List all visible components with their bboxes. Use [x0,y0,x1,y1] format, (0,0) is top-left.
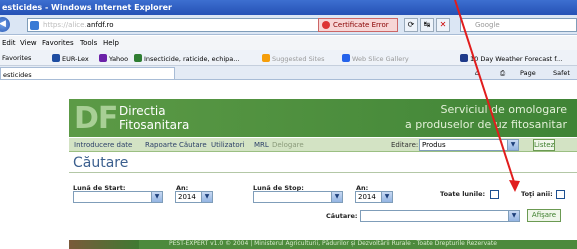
favorite-webslice-label: Web Slice Gallery [352,55,409,63]
chevron-down-icon: ▼ [507,140,518,150]
window-title: esticides - Windows Internet Explorer [2,3,172,12]
favorite-webslice[interactable]: Web Slice Gallery [342,54,409,63]
menu-tools[interactable]: Tools [80,39,97,47]
menu-view[interactable]: View [20,39,37,47]
chevron-down-icon: ▼ [508,211,519,221]
home-icon[interactable]: ⌂ [475,69,479,77]
url-domain: anfdf.ro [86,21,114,29]
nav-utilizatori[interactable]: Utilizatori [211,141,245,149]
address-bar-row: ◀ https://alice.anfdf.ro Certificate Err… [0,15,577,35]
menu-favorites[interactable]: Favorites [42,39,74,47]
site-header: DF Directia Fitosanitara Serviciul de om… [69,99,577,137]
cautare-label: Căutare: [326,212,358,220]
shield-error-icon [322,21,330,29]
favorite-yahoo-label: Yahoo [109,55,129,63]
cautare-select[interactable]: ▼ [360,210,520,222]
chevron-down-icon: ▼ [381,192,392,202]
search-placeholder: Google [475,21,500,29]
toate-lunile-checkbox[interactable] [490,190,499,199]
chevron-down-icon: ▼ [201,192,212,202]
yahoo-icon [99,54,107,62]
favorite-eurlex-label: EUR-Lex [62,55,89,63]
site-footer: PEST-EXPERT v1.0 © 2004 | Ministerul Agr… [69,240,577,249]
an-stop-value: 2014 [358,193,376,201]
toate-lunile-label: Toate lunile: [440,190,486,198]
favorites-label[interactable]: Favorites [2,54,31,62]
page-title: Căutare [73,155,129,171]
menu-bar: Edit View Favorites Tools Help [0,36,577,50]
favorite-insecticide-label: Insecticide, raticide, echipa... [144,55,240,63]
nav-rapoarte[interactable]: Rapoarte [145,141,177,149]
site-nav: Introducere date Rapoarte Căutare Utiliz… [69,138,577,152]
print-icon[interactable]: ⎙ [500,69,505,78]
tagline-line2: a produselor de uz fitosanitar [404,118,567,131]
nav-cautare[interactable]: Căutare [179,141,207,149]
back-icon[interactable]: ◀ [0,17,10,32]
window-title-bar: esticides - Windows Internet Explorer [0,0,577,15]
favorite-weather-label: 10 Day Weather Forecast f... [470,55,563,63]
search-input[interactable]: Google [460,18,577,32]
favorite-insecticide[interactable]: Insecticide, raticide, echipa... [134,54,239,63]
chevron-down-icon: ▼ [331,192,342,202]
stop-icon[interactable]: ✕ [436,18,450,32]
nav-delogare[interactable]: Delogare [272,141,304,149]
insecticide-icon [134,54,142,62]
listez-button[interactable]: Listez [533,139,555,151]
footer-text: PEST-EXPERT v1.0 © 2004 | Ministerul Agr… [169,240,497,247]
favorites-bar: Favorites EUR-Lex Yahoo Insecticide, rat… [0,50,577,66]
tagline-line1: Serviciul de omologare [440,103,567,116]
an-start-select[interactable]: 2014 ▼ [175,191,213,203]
brand-line1: Directia [119,104,166,118]
tab-label: esticides [3,71,32,79]
address-input[interactable]: https://alice.anfdf.ro [27,18,357,32]
site-logo: DF [74,101,118,136]
page-content: DF Directia Fitosanitara Serviciul de om… [0,80,577,249]
editare-select[interactable]: Produs ▼ [419,139,519,151]
an-stop-select[interactable]: 2014 ▼ [355,191,393,203]
favorite-suggested-label: Suggested Sites [272,55,325,63]
toti-anii-label: Toţi anii: [521,190,553,198]
brand-line2: Fitosanitara [119,118,190,132]
safety-menu[interactable]: Safet [553,69,570,77]
webslice-icon [342,54,350,62]
favorite-eurlex[interactable]: EUR-Lex [52,54,89,63]
weather-icon [460,54,468,62]
footer-banner-image [69,240,139,249]
suggested-icon [262,54,270,62]
afisare-button[interactable]: Afişare [527,209,561,222]
url-prefix: https://alice. [43,21,87,29]
refresh-icon[interactable]: ⟳ [404,18,418,32]
certificate-error-label: Certificate Error [333,21,389,29]
menu-help[interactable]: Help [103,39,119,47]
compat-view-icon[interactable]: ↹ [420,18,434,32]
favorite-yahoo[interactable]: Yahoo [99,54,128,63]
favorite-weather[interactable]: 10 Day Weather Forecast f... [460,54,562,63]
editare-label: Editare: [391,141,419,149]
tab-bar: esticides ⌂ ⎙ Page Safet [0,66,577,80]
luna-start-select[interactable]: ▼ [73,191,163,203]
nav-mrl[interactable]: MRL [254,141,269,149]
menu-edit[interactable]: Edit [2,39,16,47]
certificate-error-badge[interactable]: Certificate Error [318,18,398,32]
nav-introducere-date[interactable]: Introducere date [74,141,132,149]
title-divider [69,172,577,173]
eurlex-icon [52,54,60,62]
chevron-down-icon: ▼ [151,192,162,202]
luna-stop-select[interactable]: ▼ [253,191,343,203]
toti-anii-checkbox[interactable] [556,190,565,199]
tab-pesticides[interactable]: esticides [0,67,175,80]
page-icon [30,21,39,30]
favorite-suggested[interactable]: Suggested Sites [262,54,325,63]
editare-value: Produs [422,141,446,149]
page-menu[interactable]: Page [520,69,536,77]
an-start-value: 2014 [178,193,196,201]
